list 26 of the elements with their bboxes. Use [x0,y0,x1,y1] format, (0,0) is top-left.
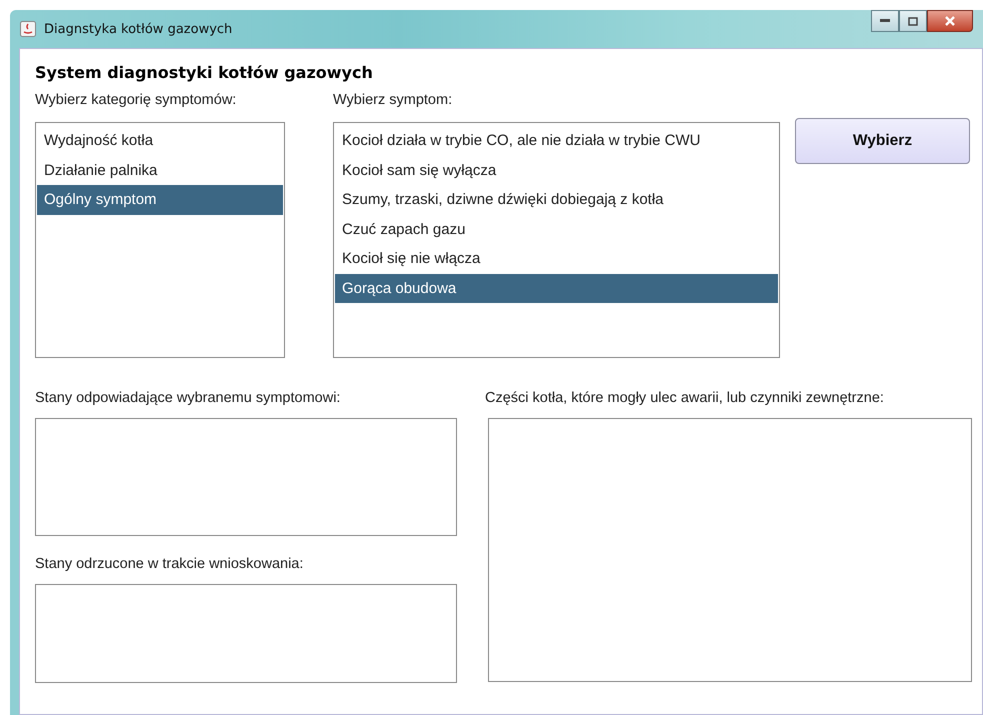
minimize-button[interactable] [871,10,899,32]
close-button[interactable] [927,10,973,32]
symptom-item[interactable]: Gorąca obudowa [335,274,778,303]
matching-states-area[interactable] [35,418,457,536]
category-label: Wybierz kategorię symptomów: [35,92,238,108]
close-icon [944,16,956,26]
symptom-item[interactable]: Kocioł działa w trybie CO, ale nie działa w trybie CWU [335,126,778,156]
category-item[interactable]: Działanie palnika [37,156,283,185]
minimize-icon [880,19,890,23]
select-button[interactable]: Wybierz [795,118,970,164]
app-heading: System diagnostyki kotłów gazowych [35,63,374,82]
symptom-item[interactable]: Czuć zapach gazu [335,214,778,244]
matching-states-label: Stany odpowiadające wybranemu symptomowi: [35,390,342,406]
failed-parts-label: Części kotła, które mogły ulec awarii, lub czynniki zewnętrzne: [485,390,885,406]
category-item[interactable]: Ogólny symptom [37,185,283,214]
maximize-icon [908,16,918,26]
app-icon [20,21,36,37]
rejected-states-area[interactable] [35,584,457,683]
maximize-button[interactable] [899,10,927,32]
symptom-item[interactable]: Kocioł sam się wyłącza [335,156,778,185]
rejected-states-label: Stany odrzucone w trakcie wnioskowania: [35,556,304,572]
symptom-label: Wybierz symptom: [333,92,454,108]
symptom-item[interactable]: Kocioł się nie włącza [335,244,778,274]
category-item[interactable]: Wydajność kotła [37,126,283,156]
window-title: Diagnstyka kotłów gazowych [44,22,232,36]
symptom-item[interactable]: Szumy, trzaski, dziwne dźwięki dobiegają z kotła [335,185,778,214]
